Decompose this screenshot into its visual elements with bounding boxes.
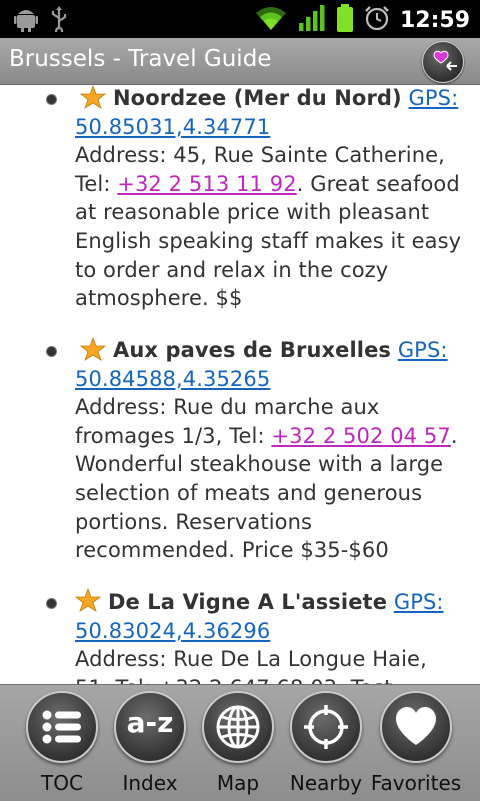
nearby-button[interactable]: Nearby bbox=[278, 685, 374, 801]
address-text: Address: Rue du marche aux bbox=[75, 395, 380, 420]
status-bar: 12:59 bbox=[0, 0, 480, 38]
address-text: Address: 45, Rue Sainte Catherine, bbox=[75, 143, 445, 168]
gps-link[interactable]: GPS: bbox=[409, 86, 459, 110]
place-name: Noordzee (Mer du Nord) bbox=[113, 86, 402, 110]
heart-icon bbox=[396, 707, 436, 745]
clock: 12:59 bbox=[399, 7, 470, 33]
toc-button[interactable]: TOC bbox=[14, 685, 110, 801]
list-icon bbox=[42, 710, 81, 744]
page-title: Brussels - Travel Guide bbox=[9, 46, 272, 72]
favorites-back-button[interactable] bbox=[422, 41, 464, 83]
address-text: Address: Rue De La Longue Haie, bbox=[75, 647, 427, 672]
bullet bbox=[47, 599, 56, 608]
map-button[interactable]: Map bbox=[190, 685, 286, 801]
bullet bbox=[47, 95, 56, 104]
bullet bbox=[47, 347, 56, 356]
place-name: Aux paves de Bruxelles bbox=[113, 338, 392, 362]
alarm-icon bbox=[364, 5, 390, 35]
crosshair-icon bbox=[304, 705, 348, 749]
favorites-back-icon bbox=[433, 50, 457, 71]
gps-coords-link[interactable]: 50.84588,4.35265 bbox=[75, 367, 270, 391]
title-bar: Brussels - Travel Guide bbox=[0, 38, 480, 85]
signal-icon bbox=[298, 4, 326, 36]
favorites-button[interactable]: Favorites bbox=[368, 685, 464, 801]
android-debug-icon bbox=[14, 6, 38, 36]
wifi-icon bbox=[254, 4, 288, 36]
gps-coords-link[interactable]: 50.83024,4.36296 bbox=[75, 619, 270, 643]
index-button[interactable]: a-z Index bbox=[102, 685, 198, 801]
bottom-toolbar: TOC a-z Index Map Nearby Favorites bbox=[0, 684, 480, 801]
phone-link[interactable]: +32 2 513 11 92 bbox=[117, 172, 296, 196]
globe-icon bbox=[216, 705, 260, 749]
gps-link[interactable]: GPS: bbox=[398, 338, 448, 362]
a-z-index-icon: a-z bbox=[126, 706, 174, 739]
battery-icon bbox=[336, 4, 354, 36]
place-name: De La Vigne A L'assiete bbox=[108, 590, 388, 614]
restaurant-list[interactable]: Noordzee (Mer du Nord) GPS: 50.85031,4.3… bbox=[0, 84, 480, 684]
usb-icon bbox=[50, 6, 68, 36]
gps-link[interactable]: GPS: bbox=[394, 590, 444, 614]
phone-link[interactable]: +32 2 502 04 57 bbox=[271, 424, 450, 448]
gps-coords-link[interactable]: 50.85031,4.34771 bbox=[75, 115, 270, 139]
partial-line: 51, Tel: +32 2 647 68 03. Tast bbox=[75, 676, 393, 684]
